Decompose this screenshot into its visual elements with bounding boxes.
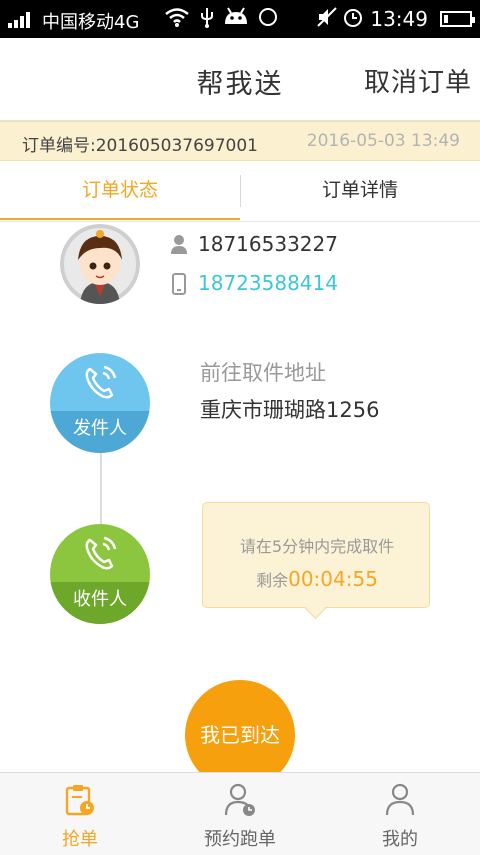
courier-phone: 18716533227: [198, 232, 338, 256]
order-datetime: 2016-05-03 13:49: [306, 131, 460, 151]
pickup-address-label: 前往取件地址: [200, 361, 326, 385]
status-bar: 中国移动4G 13:49: [0, 0, 480, 38]
countdown-timer: 00:04:55: [288, 567, 378, 591]
clipboard-clock-icon: [65, 785, 94, 816]
nav-item-grab-order[interactable]: 抢单: [0, 773, 160, 855]
avatar: [60, 224, 140, 304]
receiver-label: 收件人: [50, 582, 150, 624]
order-number-label: 订单编号:: [22, 136, 96, 156]
person-clock-icon: [224, 783, 255, 816]
mute-icon: [316, 6, 338, 33]
tab-bar: 订单状态 订单详情: [0, 161, 480, 222]
timeline-connector: [100, 452, 102, 524]
wifi-icon: [164, 6, 190, 33]
receiver-node[interactable]: 收件人: [50, 524, 150, 624]
tab-order-status[interactable]: 订单状态: [0, 161, 240, 221]
battery-icon: [440, 11, 475, 27]
mobile-phone-icon: [172, 273, 186, 295]
user-icon: [171, 235, 187, 254]
signal-icon: [8, 12, 34, 28]
person-icon: [385, 783, 415, 816]
remaining-label: 剩余: [256, 571, 289, 590]
nav-label: 抢单: [62, 829, 98, 850]
android-icon: [222, 6, 250, 33]
cancel-order-button[interactable]: 取消订单: [364, 62, 472, 99]
bottom-nav: 抢单 预约跑单 我的: [0, 772, 480, 855]
order-number: 订单编号:201605037697001: [22, 131, 258, 156]
header: 帮我送 取消订单: [0, 38, 480, 121]
courier-mobile[interactable]: 18723588414: [198, 271, 338, 295]
nav-label: 预约跑单: [204, 829, 276, 850]
tip-message: 请在5分钟内完成取件: [239, 537, 395, 556]
usb-icon: [199, 6, 215, 33]
phone-call-icon: [85, 365, 117, 399]
tab-order-details[interactable]: 订单详情: [240, 161, 480, 221]
pickup-address: 重庆市珊瑚路1256: [200, 398, 380, 422]
sender-node[interactable]: 发件人: [50, 353, 150, 453]
clock: 13:49: [370, 7, 428, 31]
sync-icon: [257, 6, 279, 33]
order-number-value: 201605037697001: [95, 136, 258, 156]
alarm-icon: [342, 6, 364, 33]
pickup-countdown-tip: 请在5分钟内完成取件 剩余00:04:55: [202, 502, 430, 608]
carrier-name: 中国移动4G: [42, 12, 140, 33]
tip-remaining: 剩余00:04:55: [203, 567, 431, 591]
order-info-bar: 订单编号:201605037697001 2016-05-03 13:49: [0, 121, 480, 161]
sender-label: 发件人: [50, 411, 150, 453]
nav-label: 我的: [382, 829, 418, 850]
nav-item-mine[interactable]: 我的: [320, 773, 480, 855]
phone-call-icon: [85, 536, 117, 570]
nav-item-scheduled[interactable]: 预约跑单: [160, 773, 320, 855]
active-tab-indicator: [0, 218, 240, 220]
